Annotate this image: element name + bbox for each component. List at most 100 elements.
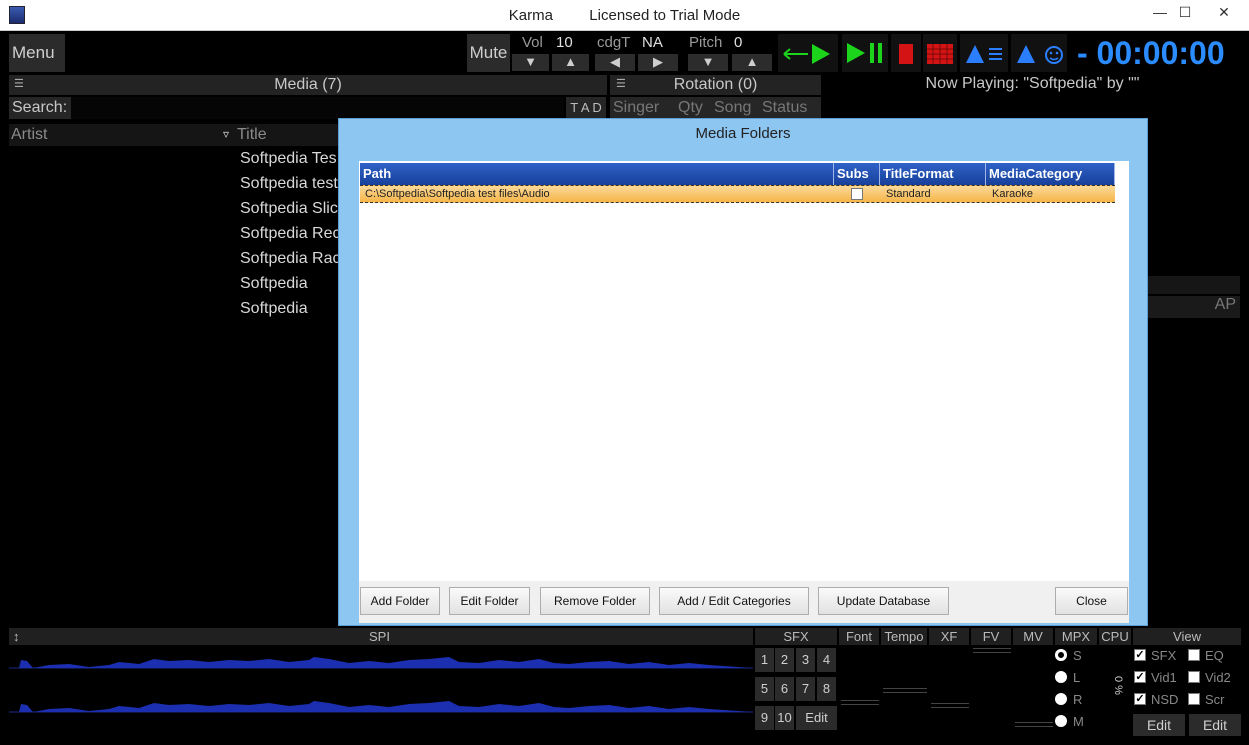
radio-indicator[interactable] bbox=[1055, 693, 1067, 705]
folder-row[interactable]: C:\Softpedia\Softpedia test files\Audio … bbox=[360, 185, 1115, 203]
spi-label: SPI bbox=[369, 629, 390, 644]
window-title: Karma Licensed to Trial Mode bbox=[0, 7, 1249, 24]
mpx-radio-r[interactable]: R bbox=[1055, 692, 1099, 712]
singer-icon[interactable] bbox=[1011, 34, 1067, 72]
media-list-item[interactable]: Softpedia test bbox=[240, 175, 338, 200]
row-category: Karaoke bbox=[992, 188, 1033, 200]
stop-all-icon[interactable] bbox=[923, 34, 957, 72]
sfx-pad-button[interactable]: 3 bbox=[796, 648, 815, 672]
radio-label: L bbox=[1073, 670, 1081, 685]
view-edit-left-button[interactable]: Edit bbox=[1133, 714, 1185, 736]
pitch-down-button[interactable]: ▼ bbox=[688, 54, 728, 71]
cpu-header: CPU bbox=[1099, 628, 1131, 645]
vol-label: Vol bbox=[522, 34, 543, 51]
row-subs-checkbox[interactable] bbox=[851, 188, 863, 200]
checkbox[interactable]: ✓ bbox=[1134, 649, 1146, 661]
font-slider[interactable] bbox=[841, 700, 879, 705]
col-path[interactable]: Path bbox=[360, 163, 834, 185]
cdgt-right-button[interactable]: ▶ bbox=[638, 54, 678, 71]
view-check-nsd[interactable]: ✓ NSD bbox=[1133, 692, 1187, 712]
sfx-pad-button[interactable]: 4 bbox=[817, 648, 836, 672]
col-singer[interactable]: Singer bbox=[613, 99, 659, 117]
checkbox[interactable] bbox=[1188, 649, 1200, 661]
maximize-button[interactable]: ☐ bbox=[1170, 1, 1200, 25]
mv-slider[interactable] bbox=[1015, 722, 1053, 727]
col-subs[interactable]: Subs bbox=[834, 163, 880, 185]
tad-button[interactable]: T A D bbox=[566, 97, 606, 119]
mpx-radio-l[interactable]: L bbox=[1055, 670, 1099, 690]
mute-button[interactable]: Mute bbox=[467, 34, 510, 72]
sfx-pad-button[interactable]: 1 bbox=[755, 648, 774, 672]
checkbox[interactable] bbox=[1188, 693, 1200, 705]
now-playing-label: Now Playing: bbox=[925, 75, 1019, 92]
view-edit-right-button[interactable]: Edit bbox=[1189, 714, 1241, 736]
checkbox-label: Scr bbox=[1205, 692, 1225, 707]
view-check-vid2[interactable]: Vid2 bbox=[1187, 670, 1241, 690]
fv-slider[interactable] bbox=[973, 648, 1011, 653]
col-titleformat[interactable]: TitleFormat bbox=[880, 163, 986, 185]
col-qty[interactable]: Qty bbox=[678, 99, 703, 117]
vol-up-button[interactable]: ▲ bbox=[552, 54, 589, 71]
sfx-pad-button[interactable]: 8 bbox=[817, 677, 836, 701]
edit-folder-button[interactable]: Edit Folder bbox=[449, 587, 530, 615]
queue-list-icon[interactable] bbox=[960, 34, 1008, 72]
menu-button[interactable]: Menu bbox=[9, 34, 65, 72]
checkbox[interactable]: ✓ bbox=[1134, 693, 1146, 705]
view-check-sfx[interactable]: ✓ SFX bbox=[1133, 648, 1187, 668]
checkbox[interactable]: ✓ bbox=[1134, 671, 1146, 683]
media-list-item[interactable]: Softpedia Rec bbox=[240, 225, 338, 250]
app-name: Karma bbox=[508, 7, 553, 24]
sfx-pad-button[interactable]: 6 bbox=[775, 677, 794, 701]
waveform-display[interactable] bbox=[9, 648, 753, 740]
col-artist[interactable]: Artist bbox=[11, 126, 47, 144]
stop-icon[interactable] bbox=[891, 34, 921, 72]
cdgt-left-button[interactable]: ◀ bbox=[595, 54, 635, 71]
col-title[interactable]: Title bbox=[237, 126, 267, 144]
radio-indicator[interactable] bbox=[1055, 715, 1067, 727]
media-list-item[interactable]: Softpedia bbox=[240, 275, 338, 300]
media-list-item[interactable]: Softpedia Tes bbox=[240, 150, 338, 175]
window-titlebar: Karma Licensed to Trial Mode — ☐ ✕ bbox=[0, 0, 1249, 31]
checkbox[interactable] bbox=[1188, 671, 1200, 683]
media-list-item[interactable]: Softpedia Rac bbox=[240, 250, 338, 275]
mpx-radio-m[interactable]: M bbox=[1055, 714, 1099, 734]
view-check-scr[interactable]: Scr bbox=[1187, 692, 1241, 712]
media-list: Softpedia Tes Softpedia test Softpedia Sli… bbox=[240, 150, 338, 325]
close-window-button[interactable]: ✕ bbox=[1205, 1, 1243, 25]
tempo-slider[interactable] bbox=[883, 688, 927, 693]
back-play-icon[interactable] bbox=[778, 34, 838, 72]
mpx-radio-s[interactable]: S bbox=[1055, 648, 1099, 668]
row-path: C:\Softpedia\Softpedia test files\Audio bbox=[365, 188, 550, 200]
sfx-edit-button[interactable]: Edit bbox=[796, 706, 837, 730]
radio-indicator[interactable] bbox=[1055, 671, 1067, 683]
pitch-up-button[interactable]: ▲ bbox=[732, 54, 772, 71]
add-folder-button[interactable]: Add Folder bbox=[360, 587, 440, 615]
checkbox-label: Vid1 bbox=[1151, 670, 1177, 685]
mpx-radio-group: SLRM bbox=[1055, 648, 1099, 740]
sfx-pad-button[interactable]: 2 bbox=[775, 648, 794, 672]
view-check-vid1[interactable]: ✓ Vid1 bbox=[1133, 670, 1187, 690]
resize-icon[interactable]: ↕ bbox=[13, 628, 20, 645]
col-song[interactable]: Song bbox=[714, 99, 751, 117]
xf-slider[interactable] bbox=[931, 703, 969, 708]
sfx-pad-button[interactable]: 9 bbox=[755, 706, 774, 730]
sfx-pad-button[interactable]: 10 bbox=[775, 706, 794, 730]
remove-folder-button[interactable]: Remove Folder bbox=[540, 587, 650, 615]
fv-header: FV bbox=[971, 628, 1011, 645]
update-database-button[interactable]: Update Database bbox=[818, 587, 949, 615]
sfx-pad-button[interactable]: 5 bbox=[755, 677, 774, 701]
play-pause-icon[interactable] bbox=[842, 34, 888, 72]
view-check-eq[interactable]: EQ bbox=[1187, 648, 1241, 668]
radio-indicator[interactable] bbox=[1055, 649, 1067, 661]
media-list-item[interactable]: Softpedia Slic bbox=[240, 200, 338, 225]
vol-down-button[interactable]: ▼ bbox=[512, 54, 549, 71]
media-list-item[interactable]: Softpedia bbox=[240, 300, 338, 325]
col-status[interactable]: Status bbox=[762, 99, 807, 117]
search-input[interactable] bbox=[71, 97, 564, 119]
col-mediacategory[interactable]: MediaCategory bbox=[986, 163, 1115, 185]
sfx-header: SFX bbox=[755, 628, 837, 645]
radio-label: R bbox=[1073, 692, 1083, 707]
add-edit-categories-button[interactable]: Add / Edit Categories bbox=[659, 587, 809, 615]
close-dialog-button[interactable]: Close bbox=[1055, 587, 1128, 615]
sfx-pad-button[interactable]: 7 bbox=[796, 677, 815, 701]
